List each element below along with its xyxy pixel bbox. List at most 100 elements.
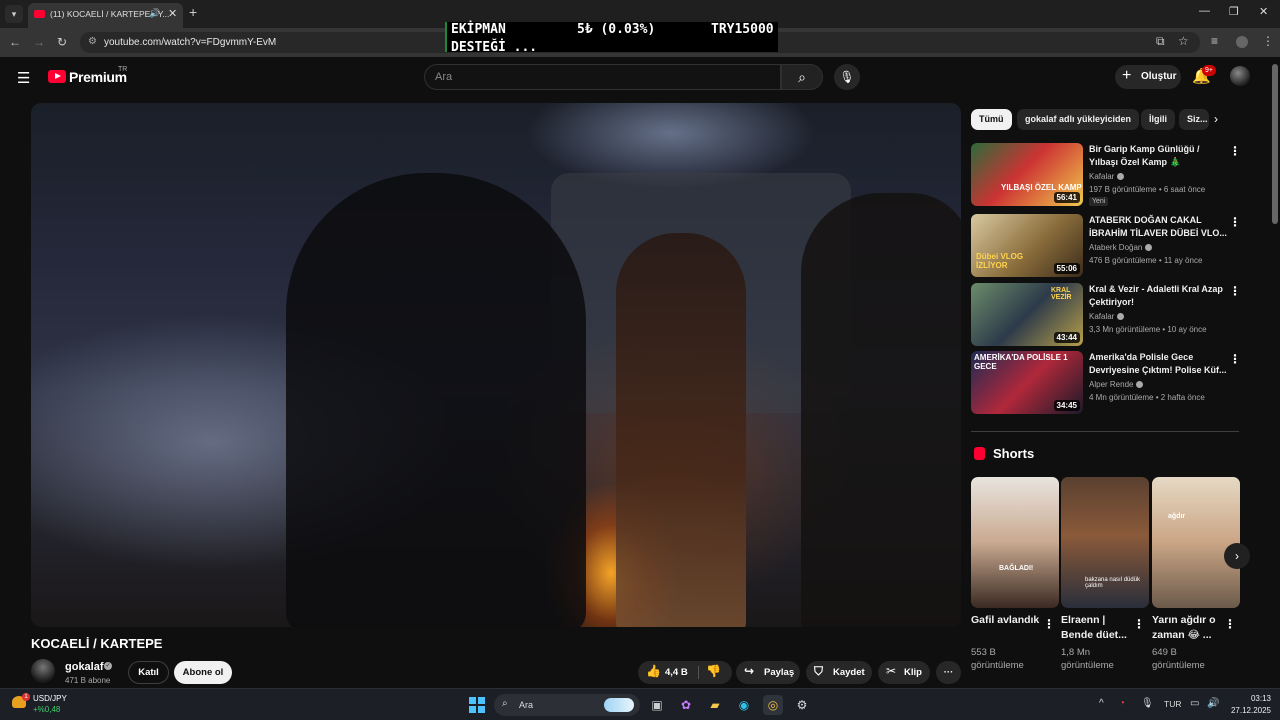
- recommendation-item[interactable]: Dübei VLOG İZLİYOR 55:06 ATABERK DOĞAN C…: [971, 214, 1241, 278]
- recommendation-title[interactable]: ATABERK DOĞAN CAKAL İBRAHİM TİLAVER DÜBE…: [1089, 214, 1227, 240]
- short-thumbnail[interactable]: BAĞLADI!: [971, 477, 1059, 608]
- widget-ticker-symbol[interactable]: USD/JPY: [33, 694, 67, 703]
- site-info-icon[interactable]: ⚙: [88, 36, 97, 47]
- reload-icon[interactable]: ↻: [57, 35, 67, 49]
- chip-for-you[interactable]: Siz...: [1179, 109, 1209, 130]
- minimize-button[interactable]: —: [1199, 5, 1210, 17]
- more-options-icon[interactable]: ⋮: [1229, 215, 1241, 229]
- like-divider: [698, 666, 699, 679]
- short-title[interactable]: Elraenn | Bende düet...: [1061, 613, 1131, 643]
- short-title[interactable]: Yarın ağdır o zaman 😂 ...: [1152, 613, 1222, 643]
- chip-from-uploader[interactable]: gokalaf adlı yükleyiciden: [1017, 109, 1140, 130]
- more-options-icon[interactable]: ⋮: [1229, 284, 1241, 298]
- microphone-icon[interactable]: 🎙: [1141, 698, 1154, 709]
- dislike-thumb-icon[interactable]: 👎: [706, 664, 721, 678]
- chrome-browser-icon[interactable]: ◎: [763, 695, 783, 715]
- more-actions-button[interactable]: ···: [936, 661, 961, 684]
- copilot-icon[interactable]: ✿: [676, 695, 696, 715]
- volume-icon[interactable]: 🔊: [1207, 698, 1219, 709]
- more-options-icon[interactable]: ⋮: [1229, 352, 1241, 366]
- clock-date[interactable]: 27.12.2025: [1229, 706, 1271, 715]
- clip-button[interactable]: ✂ Klip: [878, 661, 930, 684]
- channel-avatar[interactable]: [31, 659, 55, 683]
- hamburger-menu-icon[interactable]: ☰: [17, 69, 30, 87]
- speaker-icon[interactable]: 🔊: [149, 8, 160, 19]
- recommendation-title[interactable]: Bir Garip Kamp Günlüğü / Yılbaşı Özel Ka…: [1089, 143, 1227, 169]
- recommendation-channel[interactable]: Ataberk Doğan: [1089, 243, 1153, 252]
- recommendation-channel[interactable]: Kafalar: [1089, 172, 1125, 181]
- verified-check-icon: [1117, 173, 1125, 181]
- forward-icon[interactable]: →: [33, 35, 45, 49]
- task-view-icon[interactable]: ▣: [647, 695, 667, 715]
- subscriber-count: 471 B abone: [65, 676, 111, 685]
- profile-avatar[interactable]: [1236, 36, 1248, 48]
- more-options-icon[interactable]: ⋮: [1224, 617, 1236, 631]
- join-button[interactable]: Katıl: [128, 661, 169, 684]
- chip-all[interactable]: Tümü: [971, 109, 1012, 130]
- like-count[interactable]: 4,4 B: [665, 667, 688, 678]
- youtube-logo-icon[interactable]: [48, 70, 66, 83]
- short-views: 649 B görüntüleme: [1152, 647, 1205, 671]
- video-thumbnail[interactable]: YILBAŞI ÖZEL KAMP 56:41: [971, 143, 1083, 206]
- tray-overflow-chevron-icon[interactable]: ^: [1099, 698, 1104, 709]
- create-button[interactable]: + Oluştur: [1115, 65, 1181, 89]
- thumbnail-text: Dübei VLOG İZLİYOR: [976, 252, 1024, 270]
- steam-icon[interactable]: ⚙: [792, 695, 812, 715]
- short-thumbnail[interactable]: bakzana nasıl düdük çaldım: [1061, 477, 1149, 608]
- voice-search-button[interactable]: 🎙: [834, 64, 860, 90]
- channel-name[interactable]: gokalaf: [65, 661, 104, 673]
- video-thumbnail[interactable]: Dübei VLOG İZLİYOR 55:06: [971, 214, 1083, 277]
- new-tab-button[interactable]: +: [189, 4, 197, 20]
- short-title[interactable]: Gafil avlandık: [971, 613, 1041, 628]
- browser-tab[interactable]: (11) KOCAELİ / KARTEPE - Y... 🔊 ✕: [28, 3, 183, 28]
- tray-app-icon[interactable]: ◔: [1119, 698, 1125, 709]
- subscribe-button[interactable]: Abone ol: [174, 661, 232, 684]
- video-thumbnail[interactable]: KRAL VEZİR 43:44: [971, 283, 1083, 346]
- input-language[interactable]: TUR: [1164, 699, 1181, 709]
- shorts-next-button[interactable]: ›: [1224, 543, 1250, 569]
- edge-browser-icon[interactable]: ◉: [734, 695, 754, 715]
- chip-related[interactable]: İlgili: [1141, 109, 1175, 130]
- network-icon[interactable]: ▭: [1190, 698, 1199, 709]
- browser-menu-icon[interactable]: ⋮: [1262, 34, 1274, 48]
- chevron-right-icon[interactable]: ›: [1214, 112, 1218, 126]
- recommendation-title[interactable]: Kral & Vezir - Adaletli Kral Azap Çektir…: [1089, 283, 1227, 309]
- video-thumbnail[interactable]: AMERİKA'DA POLİSLE 1 GECE 34:45: [971, 351, 1083, 414]
- search-input[interactable]: Ara: [424, 64, 781, 90]
- page-scrollbar[interactable]: [1272, 64, 1278, 224]
- share-label: Paylaş: [764, 667, 795, 678]
- clock-time[interactable]: 03:13: [1245, 694, 1271, 703]
- recommendation-item[interactable]: AMERİKA'DA POLİSLE 1 GECE 34:45 Amerika'…: [971, 351, 1241, 415]
- more-options-icon[interactable]: ⋮: [1043, 617, 1055, 631]
- bookmark-star-icon[interactable]: ☆: [1178, 34, 1189, 48]
- close-tab-icon[interactable]: ✕: [168, 7, 177, 20]
- recommendation-title[interactable]: Amerika'da Polisle Gece Devriyesine Çıkt…: [1089, 351, 1227, 377]
- recommendation-item[interactable]: KRAL VEZİR 43:44 Kral & Vezir - Adaletli…: [971, 283, 1241, 347]
- thumbnail-text: KRAL VEZİR: [1051, 287, 1072, 301]
- recommendation-channel[interactable]: Kafalar: [1089, 312, 1125, 321]
- share-button[interactable]: ↪ Paylaş: [736, 661, 800, 684]
- recommendation-channel[interactable]: Alper Rende: [1089, 380, 1144, 389]
- back-icon[interactable]: ←: [9, 35, 21, 49]
- windows-start-icon[interactable]: [469, 697, 485, 713]
- more-options-icon[interactable]: ⋮: [1133, 617, 1145, 631]
- search-button[interactable]: ⌕: [781, 64, 823, 90]
- video-player[interactable]: [31, 103, 961, 627]
- tab-search-menu-button[interactable]: ▾: [5, 5, 23, 23]
- ticker-amount: 5₺ (0.03%): [577, 22, 656, 37]
- like-thumb-icon[interactable]: 👍: [646, 664, 661, 678]
- save-button[interactable]: ⛉ Kaydet: [806, 661, 872, 684]
- media-control-icon[interactable]: ≡: [1211, 34, 1218, 48]
- file-explorer-icon[interactable]: ▰: [705, 695, 725, 715]
- restore-button[interactable]: ❐: [1229, 5, 1239, 18]
- taskbar-search-input[interactable]: ⌕ Ara: [494, 694, 640, 716]
- account-avatar[interactable]: [1230, 66, 1250, 86]
- recommendation-item[interactable]: YILBAŞI ÖZEL KAMP 56:41 Bir Garip Kamp G…: [971, 143, 1241, 207]
- recommendation-meta: 3,3 Mn görüntüleme • 10 ay önce: [1089, 325, 1207, 334]
- more-options-icon[interactable]: ⋮: [1229, 144, 1241, 158]
- shorts-section-title: Shorts: [993, 446, 1035, 461]
- install-app-icon[interactable]: ⧉: [1156, 34, 1165, 49]
- short-thumbnail[interactable]: ağdır: [1152, 477, 1240, 608]
- close-window-button[interactable]: ✕: [1259, 5, 1268, 18]
- recommendation-meta: 4 Mn görüntüleme • 2 hafta önce: [1089, 393, 1205, 402]
